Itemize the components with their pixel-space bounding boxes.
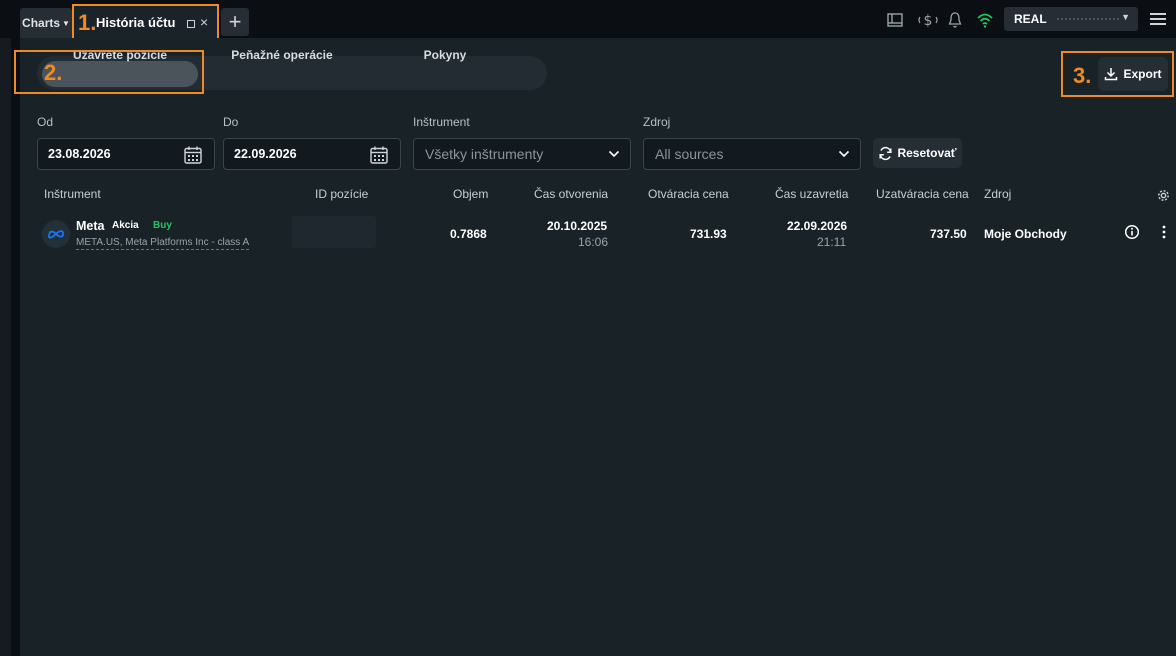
instrument-filter-label: Inštrument	[413, 115, 470, 129]
chevron-down-icon	[608, 150, 620, 158]
chevron-down-icon	[838, 150, 850, 158]
to-label: Do	[223, 115, 239, 129]
add-tab-button[interactable]: +	[221, 8, 249, 36]
col-close-price[interactable]: Uzatváracia cena	[876, 187, 969, 201]
wifi-icon	[977, 13, 993, 28]
refresh-icon	[879, 146, 892, 160]
masked-account-number	[1056, 18, 1119, 20]
col-open-price[interactable]: Otváracia cena	[648, 187, 729, 201]
source-select[interactable]: All sources	[643, 138, 861, 170]
bell-icon[interactable]	[946, 11, 964, 29]
source-select-value: All sources	[655, 146, 724, 162]
calendar-icon[interactable]	[183, 145, 203, 165]
col-open-time[interactable]: Čas otvorenia	[534, 187, 608, 201]
from-label: Od	[37, 115, 54, 129]
col-volume[interactable]: Objem	[453, 187, 488, 201]
calendar-icon[interactable]	[369, 145, 389, 165]
export-button[interactable]: Export	[1098, 57, 1168, 91]
annotation-number-1: 1.	[78, 10, 97, 35]
meta-logo-icon	[42, 220, 70, 248]
download-icon	[1105, 68, 1118, 81]
close-price: 737.50	[930, 227, 967, 241]
tab-title: História účtu	[96, 15, 176, 30]
account-history-panel: Uzavreté pozície Peňažné operácie Pokyny	[20, 38, 1176, 656]
annotation-number-3: 3.	[1073, 63, 1092, 88]
charts-label: Charts	[22, 16, 61, 30]
volume-value: 0.7868	[450, 227, 487, 241]
open-time: 16:06	[578, 235, 609, 249]
reset-label: Resetovať	[897, 146, 957, 160]
masked-position-id	[292, 216, 376, 248]
col-close-time[interactable]: Čas uzavretia	[775, 187, 848, 201]
open-price: 731.93	[690, 227, 727, 241]
caret-down-icon: ▼	[62, 18, 70, 28]
maximize-icon[interactable]	[187, 20, 195, 28]
account-selector[interactable]: REAL ▼	[1004, 7, 1138, 31]
open-date: 20.10.2025	[547, 219, 608, 233]
dollar-signal-icon[interactable]: $	[917, 11, 939, 29]
source-value: Moje Obchody	[984, 227, 1067, 241]
top-bar: Charts ▼ 1. História účtu × + $ REAL ▼	[0, 0, 1176, 43]
more-vertical-icon[interactable]	[1156, 224, 1172, 240]
caret-down-icon: ▼	[1121, 12, 1130, 22]
info-icon[interactable]	[1124, 224, 1140, 240]
layout-icon[interactable]	[886, 11, 904, 29]
left-sidebar-strip	[0, 38, 20, 656]
close-icon[interactable]: ×	[200, 14, 208, 30]
reset-button[interactable]: Resetovať	[873, 138, 962, 168]
instrument-select-value: Všetky inštrumenty	[425, 146, 544, 162]
tab-cash-operations[interactable]: Peňažné operácie	[210, 38, 354, 72]
charts-menu-tab[interactable]: Charts ▼	[20, 8, 72, 38]
gear-icon[interactable]	[1156, 188, 1171, 203]
from-date-value: 23.08.2026	[48, 147, 111, 161]
tab-orders[interactable]: Pokyny	[390, 38, 500, 72]
to-date-value: 22.09.2026	[234, 147, 297, 161]
instrument-select[interactable]: Všetky inštrumenty	[413, 138, 631, 170]
close-date: 22.09.2026	[787, 219, 848, 233]
instrument-name[interactable]: Meta	[76, 219, 104, 233]
direction-badge: Buy	[153, 220, 172, 231]
source-filter-label: Zdroj	[643, 115, 671, 129]
annotation-number-2: 2.	[44, 60, 63, 85]
instrument-type-badge: Akcia	[112, 220, 139, 231]
hamburger-menu-icon[interactable]	[1150, 13, 1166, 25]
close-time: 21:11	[817, 235, 847, 249]
export-label: Export	[1123, 67, 1162, 81]
to-date-input[interactable]: 22.09.2026	[223, 138, 401, 170]
col-position-id[interactable]: ID pozície	[315, 187, 368, 201]
instrument-description[interactable]: META.US, Meta Platforms Inc - class A	[76, 237, 250, 250]
annotation-box-2: 2.	[14, 50, 204, 94]
account-label: REAL	[1014, 12, 1047, 26]
svg-text:$: $	[924, 13, 933, 29]
from-date-input[interactable]: 23.08.2026	[37, 138, 215, 170]
col-source[interactable]: Zdroj	[984, 187, 1011, 201]
col-instrument[interactable]: Inštrument	[44, 187, 101, 201]
